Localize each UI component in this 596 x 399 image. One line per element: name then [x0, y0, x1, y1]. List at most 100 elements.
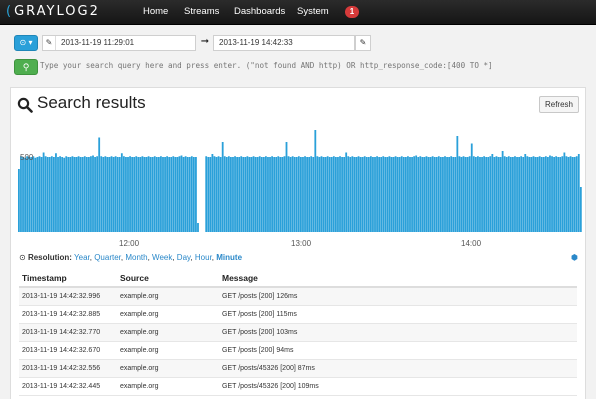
- histogram-bar[interactable]: [168, 157, 171, 232]
- histogram-bar[interactable]: [435, 157, 438, 232]
- histogram-bar[interactable]: [116, 157, 119, 232]
- histogram-bar[interactable]: [238, 157, 241, 232]
- histogram-bar[interactable]: [483, 156, 486, 232]
- histogram-bar[interactable]: [221, 142, 224, 232]
- histogram-bar[interactable]: [454, 157, 457, 232]
- histogram-bar[interactable]: [190, 156, 193, 232]
- histogram-bar[interactable]: [225, 157, 228, 232]
- histogram-bar[interactable]: [106, 157, 109, 232]
- resolution-option-minute[interactable]: Minute: [216, 253, 242, 262]
- histogram-bar[interactable]: [283, 156, 286, 232]
- histogram-bar[interactable]: [415, 155, 418, 233]
- histogram-bar[interactable]: [524, 154, 527, 232]
- histogram-bar[interactable]: [262, 157, 265, 232]
- histogram-bar[interactable]: [236, 157, 238, 232]
- histogram-bar[interactable]: [359, 157, 362, 232]
- histogram-bar[interactable]: [153, 156, 156, 232]
- histogram-bar[interactable]: [112, 157, 115, 232]
- histogram-bar[interactable]: [246, 156, 249, 232]
- histogram-bar[interactable]: [30, 157, 33, 232]
- histogram-bar[interactable]: [18, 169, 20, 232]
- histogram-bar[interactable]: [324, 157, 327, 232]
- histogram-bar[interactable]: [470, 143, 473, 233]
- histogram-bar[interactable]: [316, 156, 319, 232]
- histogram-bar[interactable]: [50, 156, 53, 232]
- histogram-bar[interactable]: [503, 156, 506, 232]
- histogram-bar[interactable]: [522, 157, 525, 232]
- histogram-bar[interactable]: [24, 157, 26, 232]
- histogram-bar[interactable]: [505, 157, 508, 232]
- histogram-bar[interactable]: [553, 157, 555, 232]
- histogram-bar[interactable]: [477, 156, 479, 232]
- histogram-bar[interactable]: [242, 157, 245, 232]
- histogram-bar[interactable]: [254, 157, 257, 232]
- histogram-bar[interactable]: [555, 156, 558, 232]
- histogram-bar[interactable]: [205, 156, 208, 232]
- histogram-bar[interactable]: [135, 156, 138, 232]
- histogram-bar[interactable]: [28, 157, 31, 232]
- histogram-bar[interactable]: [275, 157, 278, 232]
- histogram-bar[interactable]: [361, 157, 364, 232]
- histogram-bar[interactable]: [151, 157, 154, 232]
- histogram-bar[interactable]: [186, 157, 189, 232]
- histogram-bar[interactable]: [425, 156, 428, 232]
- histogram-bar[interactable]: [520, 156, 523, 232]
- histogram-bar[interactable]: [402, 157, 405, 232]
- histogram-bar[interactable]: [499, 157, 502, 232]
- histogram-bar[interactable]: [314, 130, 317, 232]
- histogram-bar[interactable]: [289, 157, 292, 232]
- search-button[interactable]: ⚲: [14, 59, 38, 75]
- histogram-bar[interactable]: [213, 156, 216, 232]
- histogram-bar[interactable]: [559, 157, 562, 232]
- table-row[interactable]: 2013-11-19 14:42:32.670 example.org GET /p…: [19, 341, 577, 360]
- histogram-bar[interactable]: [495, 156, 498, 232]
- histogram-bar[interactable]: [285, 142, 288, 232]
- histogram-bar[interactable]: [466, 157, 469, 232]
- histogram-bar[interactable]: [509, 157, 512, 232]
- histogram-bar[interactable]: [384, 157, 387, 232]
- histogram-bar[interactable]: [36, 157, 39, 232]
- histogram-bar[interactable]: [367, 157, 370, 232]
- histogram-bar[interactable]: [133, 157, 136, 232]
- histogram-bar[interactable]: [481, 157, 483, 232]
- histogram-bar[interactable]: [149, 157, 152, 232]
- histogram-bar[interactable]: [260, 157, 263, 232]
- histogram-bar[interactable]: [96, 156, 99, 232]
- histogram-bar[interactable]: [448, 157, 451, 232]
- histogram-bar[interactable]: [472, 156, 475, 232]
- pin-icon[interactable]: ⬢: [571, 253, 578, 262]
- histogram-bar[interactable]: [143, 157, 146, 232]
- histogram-bar[interactable]: [390, 157, 393, 232]
- histogram-bar[interactable]: [131, 157, 134, 232]
- histogram-bar[interactable]: [267, 157, 269, 232]
- histogram-bar[interactable]: [396, 157, 399, 232]
- histogram-bar[interactable]: [386, 157, 389, 232]
- histogram-bar[interactable]: [85, 157, 88, 232]
- histogram-bar[interactable]: [363, 156, 366, 232]
- histogram-bar[interactable]: [234, 156, 236, 232]
- histogram-bar[interactable]: [569, 156, 572, 232]
- graylog-logo[interactable]: (GRAYLOG2: [6, 4, 100, 20]
- histogram-bar[interactable]: [83, 156, 86, 232]
- histogram-bar[interactable]: [300, 157, 302, 232]
- histogram-bar[interactable]: [328, 157, 331, 232]
- histogram-bar[interactable]: [178, 156, 181, 232]
- histogram-bar[interactable]: [561, 156, 564, 232]
- search-query-input[interactable]: [40, 59, 594, 73]
- histogram-bar[interactable]: [507, 156, 510, 232]
- resolution-option-hour[interactable]: Hour: [195, 253, 212, 262]
- histogram-bar[interactable]: [269, 157, 271, 232]
- histogram-bar[interactable]: [413, 156, 416, 232]
- histogram-bar[interactable]: [549, 155, 551, 233]
- histogram-bar[interactable]: [439, 157, 442, 232]
- histogram-bar[interactable]: [442, 157, 444, 232]
- histogram-bar[interactable]: [22, 157, 24, 232]
- histogram-bar[interactable]: [571, 157, 574, 232]
- histogram-bar[interactable]: [230, 157, 232, 232]
- histogram-bar[interactable]: [369, 156, 372, 232]
- table-row[interactable]: 2013-11-19 14:42:32.996 example.org GET /p…: [19, 287, 577, 306]
- histogram-bar[interactable]: [90, 156, 92, 232]
- histogram-bar[interactable]: [306, 157, 308, 232]
- nav-streams-link[interactable]: Streams: [184, 0, 219, 24]
- histogram-bar[interactable]: [223, 156, 226, 232]
